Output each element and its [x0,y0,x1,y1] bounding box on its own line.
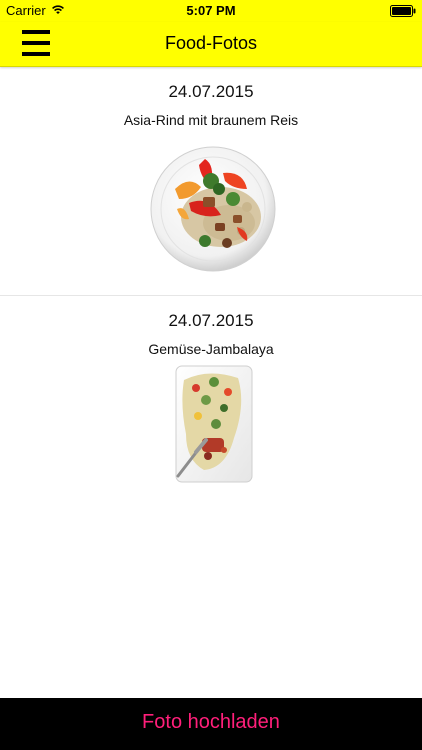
bottom-bar: Foto hochladen [0,698,422,750]
entry-date: 24.07.2015 [168,82,254,101]
status-bar: Carrier 5:07 PM [0,0,422,22]
food-photo-rectangular-plate[interactable] [168,364,258,488]
upload-photo-button[interactable]: Foto hochladen [142,711,280,734]
list-item[interactable]: 24.07.2015 Asia-Rind mit braunem Reis [0,67,422,296]
entry-title: Asia-Rind mit braunem Reis [123,112,299,128]
food-photo-round-plate[interactable] [149,145,277,273]
food-photo-list: 24.07.2015 Asia-Rind mit braunem Reis 24… [0,67,422,516]
battery-icon [390,5,416,20]
list-item[interactable]: 24.07.2015 Gemüse-Jambalaya [0,296,422,516]
status-time: 5:07 PM [186,3,236,18]
entry-title: Gemüse-Jambalaya [148,341,274,357]
entry-date: 24.07.2015 [168,311,254,330]
app-screen: Carrier 5:07 PM Food-Fotos 24.07.2015 As… [0,0,422,750]
navigation-bar: Food-Fotos [0,22,422,67]
page-title: Food-Fotos [164,33,258,53]
